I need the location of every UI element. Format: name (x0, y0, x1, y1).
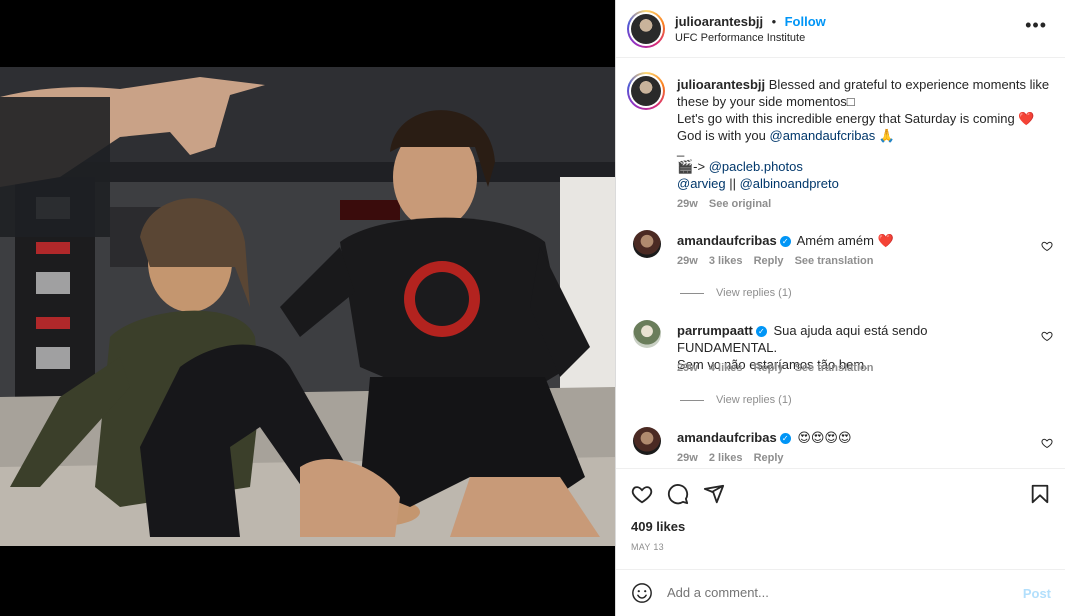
mention-pacleb-photos[interactable]: @pacleb.photos (709, 159, 803, 174)
view-replies-label: View replies (1) (716, 394, 792, 406)
caption-line3: Let's go with this incredible energy tha… (677, 111, 1015, 126)
comments-list[interactable]: julioarantesbjj Blessed and grateful to … (616, 58, 1065, 468)
follow-button[interactable]: Follow (785, 14, 826, 29)
see-translation-button[interactable]: See translation (795, 255, 874, 267)
commenter-username[interactable]: amandaufcribas (677, 233, 777, 248)
verified-badge-icon: ✓ (755, 326, 767, 337)
comment-time[interactable]: 29w (677, 452, 698, 464)
comment-likes[interactable]: 4 likes (709, 362, 743, 374)
caption-line2: these by your side momentos□ (677, 94, 855, 109)
view-replies-label: View replies (1) (716, 287, 792, 299)
mention-arvieg[interactable]: @arvieg (677, 176, 726, 191)
verified-badge-icon: ✓ (779, 236, 791, 247)
post-location[interactable]: UFC Performance Institute (675, 32, 805, 44)
caption-dash: _ (677, 142, 685, 157)
emoji-icon[interactable] (631, 582, 653, 604)
comment-heart-emoji: ❤️ (877, 233, 894, 248)
caption-time[interactable]: 29w (677, 198, 698, 210)
mention-amandaufcribas[interactable]: @amandaufcribas (770, 128, 876, 143)
reply-button[interactable]: Reply (754, 362, 784, 374)
comment-time[interactable]: 29w (677, 362, 698, 374)
share-icon[interactable] (703, 483, 725, 505)
heart-icon[interactable] (631, 483, 653, 505)
caption-avatar[interactable] (627, 72, 665, 110)
comment-item: parrumpaatt ✓ Sua ajuda aqui está sendo F… (628, 320, 1053, 390)
like-comment-heart-icon[interactable] (1041, 240, 1053, 252)
likes-count[interactable]: 409 likes (631, 519, 685, 534)
post-media-pane (0, 0, 615, 616)
commenter-username[interactable]: amandaufcribas (677, 430, 777, 445)
author-username[interactable]: julioarantesbjj (675, 14, 763, 29)
comment-text: Amém amém (796, 233, 874, 248)
commenter-avatar[interactable] (633, 427, 661, 455)
add-comment-bar: Post (616, 569, 1065, 616)
caption-heart-emoji: ❤️ (1018, 111, 1035, 126)
caption-text: julioarantesbjj Blessed and grateful to … (677, 76, 1057, 213)
verified-badge-icon: ✓ (779, 433, 791, 444)
author-avatar[interactable] (627, 10, 665, 48)
like-comment-heart-icon[interactable] (1041, 437, 1053, 449)
post-header: julioarantesbjj • Follow UFC Performance… (616, 0, 1065, 58)
mention-albinoandpreto[interactable]: @albinoandpreto (740, 176, 839, 191)
see-translation-button[interactable]: See translation (795, 362, 874, 374)
comment-time[interactable]: 29w (677, 255, 698, 267)
comment-item: amandaufcribas ✓ 😍😍😍😍 29w 2 likes Reply (628, 427, 1053, 468)
reply-button[interactable]: Reply (754, 255, 784, 267)
add-comment-input[interactable] (667, 585, 967, 600)
commenter-username[interactable]: parrumpaatt (677, 323, 753, 338)
view-replies-button[interactable]: View replies (1) (680, 287, 792, 299)
like-comment-heart-icon[interactable] (1041, 330, 1053, 342)
post-photo[interactable] (0, 67, 615, 546)
view-replies-button[interactable]: View replies (1) (680, 394, 792, 406)
comment-likes[interactable]: 2 likes (709, 452, 743, 464)
commenter-avatar[interactable] (633, 320, 661, 348)
caption-mention-separator: || (729, 176, 740, 191)
caption-line4: God is with you (677, 128, 766, 143)
post-actions-bar: 409 likes MAY 13 (616, 468, 1065, 569)
post-comment-button[interactable]: Post (1023, 586, 1051, 601)
commenter-avatar[interactable] (633, 230, 661, 258)
see-original-button[interactable]: See original (709, 198, 771, 210)
header-separator: • (771, 14, 777, 29)
reply-button[interactable]: Reply (754, 452, 784, 464)
more-options-icon[interactable]: ••• (1025, 16, 1047, 34)
caption-pray-emoji: 🙏 (878, 128, 896, 143)
comment-likes[interactable]: 3 likes (709, 255, 743, 267)
post-side-panel: julioarantesbjj • Follow UFC Performance… (615, 0, 1065, 616)
caption-line1: Blessed and grateful to experience momen… (768, 77, 1050, 92)
comment-icon[interactable] (667, 483, 689, 505)
bookmark-icon[interactable] (1029, 483, 1051, 505)
view-replies-line (680, 292, 704, 294)
caption-clapper-prefix: 🎬-> (677, 159, 709, 174)
caption-username[interactable]: julioarantesbjj (677, 77, 765, 92)
comment-text: 😍😍😍😍 (797, 430, 852, 445)
view-replies-line (680, 399, 704, 401)
post-photo-illustration (0, 67, 615, 546)
post-date[interactable]: MAY 13 (631, 542, 664, 552)
